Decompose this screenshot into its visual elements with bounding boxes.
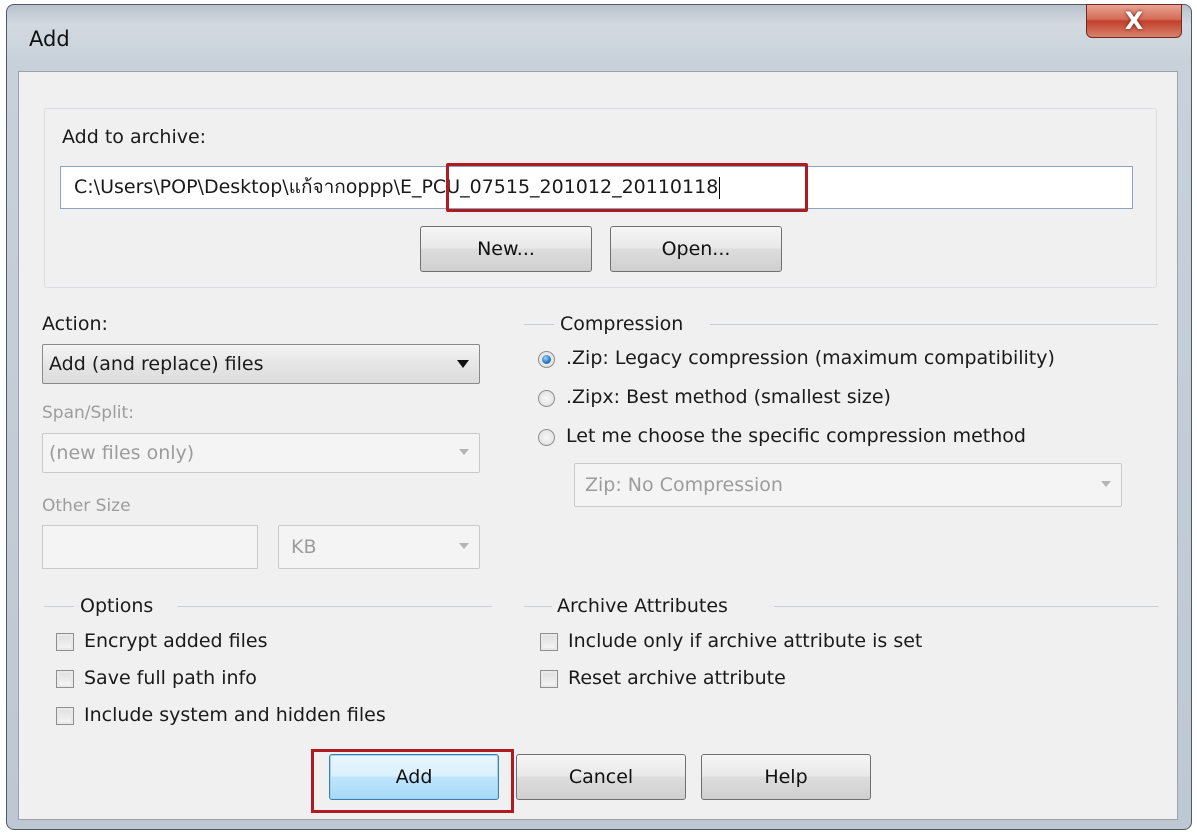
action-dropdown[interactable]: Add (and replace) files <box>42 344 480 384</box>
checkbox-icon <box>540 670 558 688</box>
chevron-down-icon <box>459 449 469 455</box>
checkbox-icon <box>540 633 558 651</box>
new-archive-label: New... <box>477 238 535 260</box>
attributes-group-line-right <box>774 606 1158 607</box>
checkbox-encrypt-label: Encrypt added files <box>84 630 268 652</box>
cancel-button[interactable]: Cancel <box>516 754 686 800</box>
checkbox-save-full-path[interactable]: Save full path info <box>56 667 476 695</box>
radio-specific-method[interactable]: Let me choose the specific compression m… <box>538 425 1138 453</box>
other-size-label: Other Size <box>42 496 131 516</box>
text-cursor <box>719 176 721 199</box>
compression-method-selected: Zip: No Compression <box>585 474 783 496</box>
open-archive-label: Open... <box>661 238 731 260</box>
action-selected: Add (and replace) files <box>49 353 264 375</box>
close-icon: X <box>1124 7 1144 35</box>
action-label: Action: <box>42 313 108 335</box>
size-unit-dropdown[interactable]: KB <box>278 525 480 569</box>
archive-label: Add to archive: <box>62 126 207 148</box>
other-size-input[interactable] <box>42 525 258 569</box>
compression-group-line-right <box>710 324 1158 325</box>
radio-button-icon <box>538 429 555 446</box>
chevron-down-icon <box>457 360 469 368</box>
checkbox-icon <box>56 707 74 725</box>
new-archive-button[interactable]: New... <box>420 226 592 272</box>
span-split-dropdown[interactable]: (new files only) <box>42 433 480 473</box>
add-button[interactable]: Add <box>329 754 499 800</box>
compression-method-dropdown[interactable]: Zip: No Compression <box>574 463 1122 507</box>
checkbox-archive-attribute-set-label: Include only if archive attribute is set <box>568 630 923 652</box>
cancel-button-label: Cancel <box>568 766 634 788</box>
archive-path-text: C:\Users\POP\Desktop\แก้จากoppp\E_PCU_07… <box>74 176 719 198</box>
radio-zip-legacy[interactable]: .Zip: Legacy compression (maximum compat… <box>538 347 1138 375</box>
compression-group-line-left <box>524 324 554 325</box>
span-split-label: Span/Split: <box>42 403 134 423</box>
archive-path-input[interactable]: C:\Users\POP\Desktop\แก้จากoppp\E_PCU_07… <box>60 166 1133 209</box>
radio-zipx-best-label: .Zipx: Best method (smallest size) <box>566 386 891 408</box>
attributes-title: Archive Attributes <box>557 595 728 617</box>
radio-zipx-best[interactable]: .Zipx: Best method (smallest size) <box>538 386 1138 414</box>
chevron-down-icon <box>459 543 469 549</box>
close-button[interactable]: X <box>1086 4 1182 38</box>
span-split-selected: (new files only) <box>49 442 195 464</box>
attributes-group-line-left <box>524 606 552 607</box>
checkbox-system-hidden-label: Include system and hidden files <box>84 704 386 726</box>
checkbox-reset-archive-attribute-label: Reset archive attribute <box>568 667 786 689</box>
radio-button-icon <box>538 351 555 368</box>
help-button-label: Help <box>764 766 808 788</box>
help-button[interactable]: Help <box>701 754 871 800</box>
chevron-down-icon <box>1101 481 1111 487</box>
radio-zip-legacy-label: .Zip: Legacy compression (maximum compat… <box>566 347 1055 369</box>
options-title: Options <box>80 595 154 617</box>
checkbox-encrypt[interactable]: Encrypt added files <box>56 630 476 658</box>
options-group-line-right <box>178 606 492 607</box>
checkbox-save-full-path-label: Save full path info <box>84 667 257 689</box>
size-unit-selected: KB <box>291 536 317 558</box>
checkbox-reset-archive-attribute[interactable]: Reset archive attribute <box>540 667 1060 695</box>
options-group-line-left <box>44 606 74 607</box>
add-button-label: Add <box>395 766 433 788</box>
open-archive-button[interactable]: Open... <box>610 226 782 272</box>
dialog-title: Add <box>29 27 70 51</box>
checkbox-icon <box>56 633 74 651</box>
radio-button-icon <box>538 390 555 407</box>
checkbox-archive-attribute-set[interactable]: Include only if archive attribute is set <box>540 630 1060 658</box>
radio-specific-method-label: Let me choose the specific compression m… <box>566 425 1026 447</box>
checkbox-icon <box>56 670 74 688</box>
title-bar[interactable]: Add <box>7 5 1191 75</box>
compression-title: Compression <box>560 313 684 335</box>
checkbox-system-hidden[interactable]: Include system and hidden files <box>56 704 476 732</box>
